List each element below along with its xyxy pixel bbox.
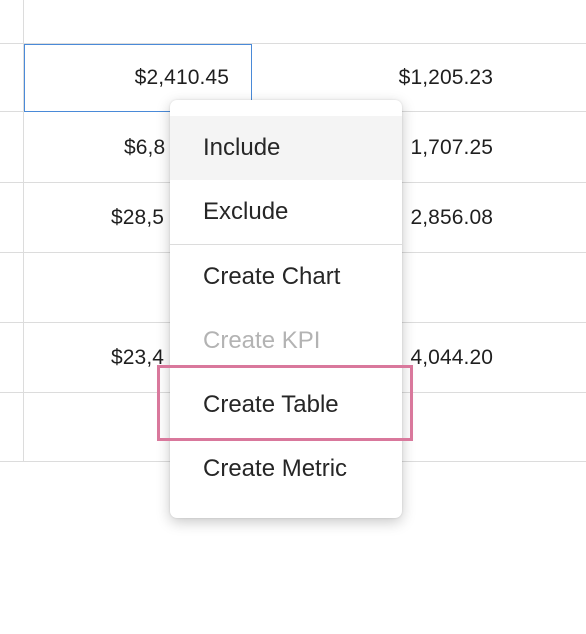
menu-item-include[interactable]: Include xyxy=(170,116,402,180)
menu-item-create-kpi: Create KPI xyxy=(203,327,321,354)
table-cell[interactable]: $6,8 xyxy=(24,114,194,182)
table-cell[interactable]: $23,4 xyxy=(24,324,194,392)
menu-item-exclude[interactable]: Exclude xyxy=(170,180,402,244)
menu-item-create-chart[interactable]: Create Chart xyxy=(170,245,402,309)
menu-item-create-table[interactable]: Create Table xyxy=(170,373,402,437)
table-cell[interactable]: $28,5 xyxy=(24,184,194,252)
menu-item-create-metric[interactable]: Create Metric xyxy=(170,437,402,501)
context-menu: Include Exclude Create Chart Create KPI … xyxy=(170,100,402,518)
spreadsheet-view: $2,410.45 $1,205.23 $6,8 1,707.25 $28,5 … xyxy=(0,0,586,634)
